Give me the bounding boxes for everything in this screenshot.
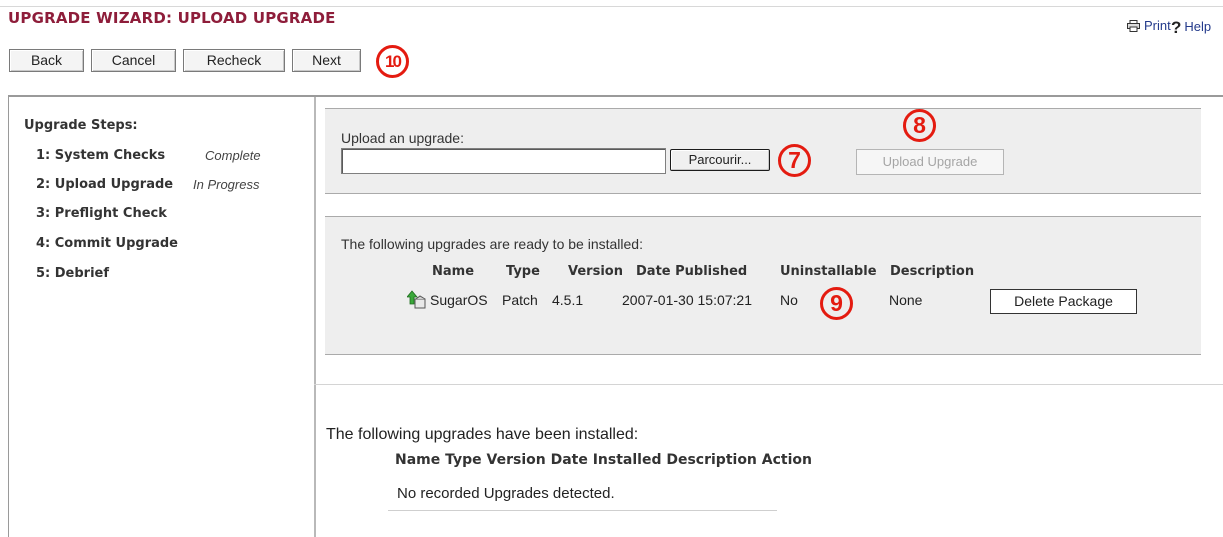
recheck-button[interactable]: Recheck	[183, 49, 285, 72]
page-title: UPGRADE WIZARD: UPLOAD UPGRADE	[8, 9, 336, 27]
col-header-type: Type	[506, 264, 540, 279]
col-header-name: Name	[432, 264, 475, 279]
callout-7: 7	[778, 144, 811, 177]
header-rule	[0, 6, 1223, 7]
ready-upgrades-title: The following upgrades are ready to be i…	[341, 236, 643, 252]
step-1-label: 1: System Checks	[36, 148, 166, 163]
help-icon: ?	[1171, 18, 1182, 37]
step-3-label: 3: Preflight Check	[36, 206, 167, 221]
section-divider	[314, 384, 1223, 385]
content-frame-top	[8, 95, 1223, 97]
step-5-label: 5: Debrief	[36, 266, 110, 281]
next-button[interactable]: Next	[292, 49, 361, 72]
step-2-status: In Progress	[193, 177, 260, 192]
package-upload-icon	[406, 290, 427, 314]
cancel-button[interactable]: Cancel	[91, 49, 176, 72]
col-header-description: Description	[890, 264, 975, 279]
back-button[interactable]: Back	[9, 49, 84, 72]
no-upgrades-message: No recorded Upgrades detected.	[397, 485, 615, 502]
print-label: Print	[1144, 18, 1171, 33]
installed-upgrades-title: The following upgrades have been install…	[326, 426, 639, 443]
print-link[interactable]: Print	[1127, 18, 1171, 35]
sidebar-divider	[314, 97, 316, 537]
installed-column-headers: Name Type Version Date Installed Descrip…	[395, 452, 812, 468]
help-link[interactable]: ? Help	[1171, 18, 1211, 38]
row-name: SugarOS	[430, 292, 488, 308]
upload-upgrade-button[interactable]: Upload Upgrade	[856, 149, 1004, 175]
upgrade-steps-title: Upgrade Steps:	[24, 118, 138, 133]
col-header-date-published: Date Published	[636, 264, 748, 279]
step-2-label: 2: Upload Upgrade	[36, 177, 174, 192]
delete-package-button[interactable]: Delete Package	[990, 289, 1137, 314]
upload-label: Upload an upgrade:	[341, 130, 464, 146]
row-date-published: 2007-01-30 15:07:21	[622, 292, 752, 308]
upload-file-input[interactable]	[341, 148, 666, 174]
callout-9: 9	[820, 287, 853, 320]
browse-button[interactable]: Parcourir...	[670, 149, 770, 171]
step-1-status: Complete	[205, 148, 261, 163]
col-header-uninstallable: Uninstallable	[780, 264, 877, 279]
help-label: Help	[1184, 19, 1212, 34]
row-type: Patch	[502, 292, 538, 308]
content-frame-left	[8, 97, 9, 537]
callout-10: 10	[376, 45, 409, 78]
row-version: 4.5.1	[552, 292, 584, 308]
row-description: None	[889, 292, 923, 308]
installed-table-rule	[388, 510, 777, 511]
callout-8: 8	[903, 109, 936, 142]
step-4-label: 4: Commit Upgrade	[36, 236, 179, 251]
col-header-version: Version	[568, 264, 623, 279]
printer-icon	[1127, 20, 1140, 35]
row-uninstallable: No	[780, 292, 798, 308]
